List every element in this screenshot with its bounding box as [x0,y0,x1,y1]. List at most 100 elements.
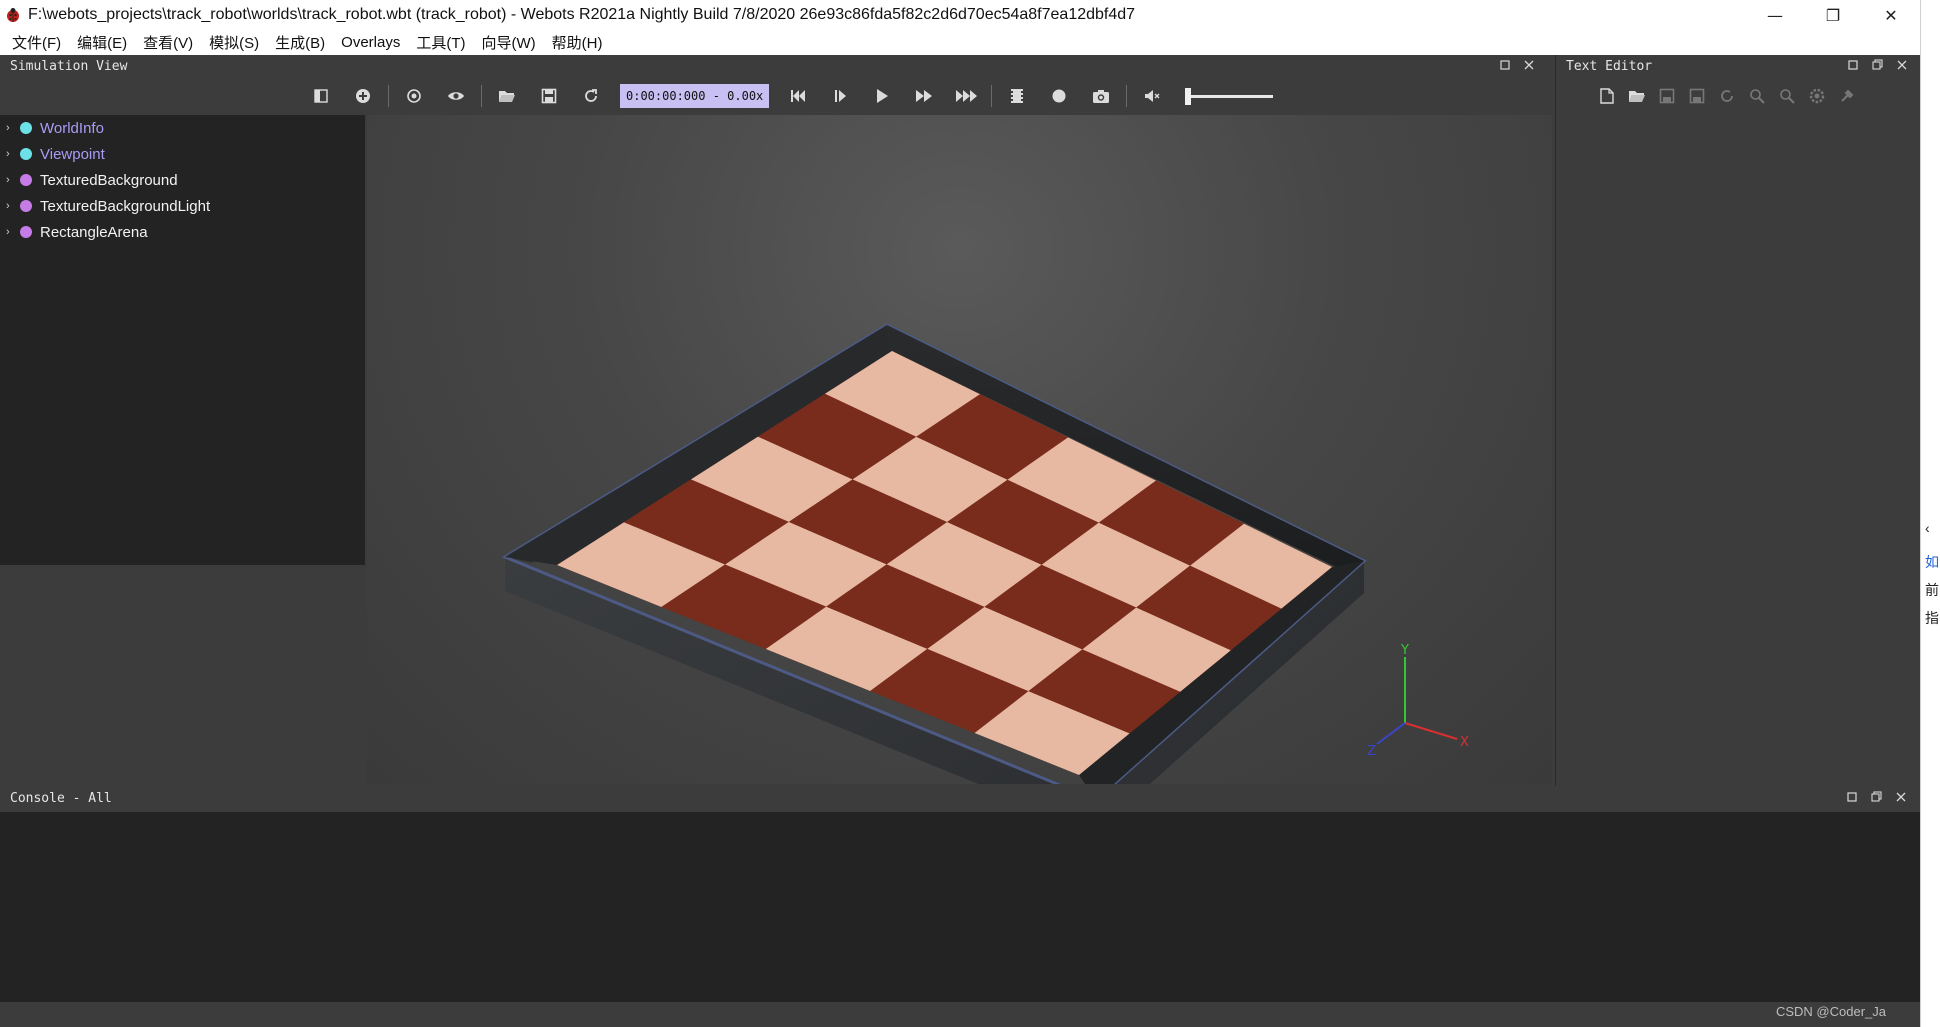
menu-simulation[interactable]: 模拟(S) [201,32,267,53]
expand-arrow-icon[interactable]: › [6,148,20,160]
webots-ladybug-icon [4,6,22,24]
axis-gizmo: Y X Z [1367,643,1469,759]
save-file-icon[interactable] [1656,85,1678,107]
expand-arrow-icon[interactable]: › [6,200,20,212]
tree-item-texturedbackground[interactable]: › TexturedBackground [0,167,365,193]
replace-icon[interactable] [1776,85,1798,107]
run-realtime-button[interactable] [861,81,903,111]
axis-label-z: Z [1367,744,1376,759]
menu-edit[interactable]: 编辑(E) [69,32,135,53]
menu-view[interactable]: 查看(V) [135,32,201,53]
close-panel-icon[interactable] [1524,59,1534,73]
tree-item-label: WorldInfo [40,119,104,137]
close-panel-icon[interactable] [1896,791,1906,805]
add-icon [356,89,370,103]
volume-slider[interactable] [1183,81,1274,111]
tree-item-label: TexturedBackgroundLight [40,197,211,215]
expand-arrow-icon[interactable]: › [6,174,20,186]
axis-label-x: X [1460,735,1469,750]
strip-char: 如 [1925,554,1939,570]
3d-viewport[interactable]: Y X Z [367,115,1552,832]
step-button[interactable] [819,81,861,111]
text-editor-panel: Text Editor [1555,55,1920,786]
window-titlebar: F:\webots_projects\track_robot\worlds\tr… [0,0,1920,30]
tree-item-rectanglearena[interactable]: › RectangleArena [0,219,365,245]
proto-node-icon [20,226,32,238]
simulation-view-title: Simulation View [10,59,128,74]
expand-arrow-icon[interactable]: › [6,122,20,134]
simulation-view-controls [1500,59,1534,73]
proto-node-icon [20,200,32,212]
proto-node-icon [20,122,32,134]
text-editor-controls [1848,59,1907,73]
expand-arrow-icon[interactable]: › [6,226,20,238]
build-icon[interactable] [1836,85,1858,107]
record-animation-button[interactable] [1038,81,1080,111]
minimize-button[interactable]: — [1746,0,1804,30]
follow-object-button[interactable] [393,81,435,111]
menu-overlays[interactable]: Overlays [333,34,408,51]
toolbar-separator [991,85,993,107]
reset-simulation-button[interactable] [777,81,819,111]
add-node-button[interactable] [342,81,384,111]
save-as-icon[interactable] [1686,85,1708,107]
strip-char: ‹ [1925,520,1930,536]
revert-icon[interactable] [1716,85,1738,107]
console-output[interactable] [0,812,1920,1002]
undock-panel-icon[interactable] [1872,59,1883,73]
save-world-button[interactable] [528,81,570,111]
arena-scene: Y X Z [501,323,1469,832]
tree-item-worldinfo[interactable]: › WorldInfo [0,115,365,141]
run-fastest-button[interactable] [945,81,987,111]
view-options-button[interactable] [435,81,477,111]
speaker-icon [1145,90,1160,102]
menu-wizards[interactable]: 向导(W) [474,32,544,53]
save-icon [541,88,557,104]
console-title: Console - All [10,791,112,806]
float-panel-icon[interactable] [1848,59,1858,73]
menu-help[interactable]: 帮助(H) [544,32,611,53]
scene-tree: › WorldInfo › Viewpoint › TexturedBackgr… [0,115,365,565]
open-world-button[interactable] [486,81,528,111]
gear-icon[interactable] [1806,85,1828,107]
reload-icon [585,89,597,102]
record-icon [1052,89,1066,103]
menu-tools[interactable]: 工具(T) [408,32,473,53]
find-icon[interactable] [1746,85,1768,107]
window-title: F:\webots_projects\track_robot\worlds\tr… [28,6,1136,23]
record-movie-button[interactable] [996,81,1038,111]
text-editor-toolbar [1596,85,1858,107]
tree-item-texturedbackgroundlight[interactable]: › TexturedBackgroundLight [0,193,365,219]
strip-char: 指 [1925,610,1939,626]
close-button[interactable]: ✕ [1862,0,1920,30]
undock-panel-icon[interactable] [1871,791,1882,805]
float-panel-icon[interactable] [1847,791,1857,805]
tree-item-viewpoint[interactable]: › Viewpoint [0,141,365,167]
volume-slider-handle[interactable] [1185,88,1192,105]
fastest-forward-icon [956,90,978,102]
float-panel-icon[interactable] [1500,59,1510,73]
screenshot-button[interactable] [1080,81,1122,111]
close-panel-icon[interactable] [1897,59,1907,73]
strip-char: 前 [1925,582,1939,598]
camera-icon [1093,90,1110,103]
window-controls: — ❐ ✕ [1746,0,1920,30]
new-file-icon[interactable] [1596,85,1618,107]
menu-file[interactable]: 文件(F) [4,32,69,53]
restore-button[interactable]: ❐ [1804,0,1862,30]
scene-tree-icon [314,89,328,103]
mute-button[interactable] [1131,81,1173,111]
menu-build[interactable]: 生成(B) [267,32,333,53]
axis-label-y: Y [1400,643,1409,658]
run-fast-button[interactable] [903,81,945,111]
simulation-toolbar: 0:00:00:000 - 0.00x [300,81,1274,111]
reload-world-button[interactable] [570,81,612,111]
tree-item-label: Viewpoint [40,145,105,163]
open-file-icon[interactable] [1626,85,1648,107]
play-icon [877,89,889,103]
proto-node-icon [20,148,32,160]
tree-item-label: TexturedBackground [40,171,178,189]
eye-icon [448,92,464,100]
toggle-scene-tree-button[interactable] [300,81,342,111]
film-icon [1011,89,1024,103]
